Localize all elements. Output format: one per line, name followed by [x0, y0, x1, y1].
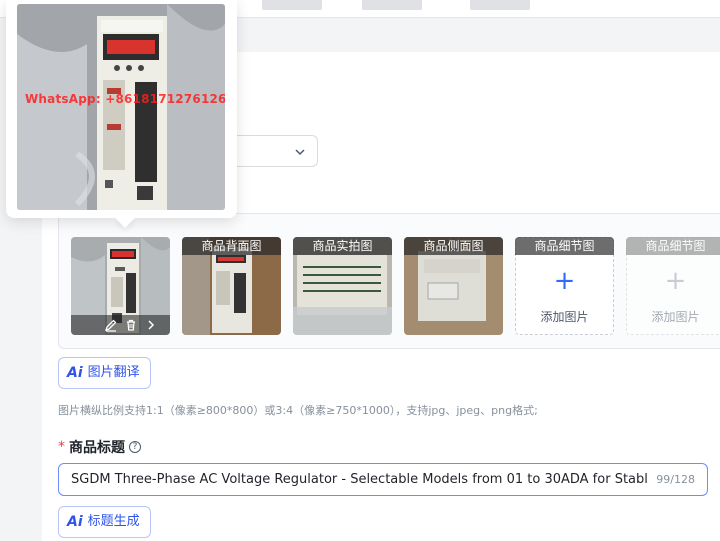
chevron-right-icon[interactable] — [144, 318, 158, 332]
plus-icon: + — [553, 266, 576, 296]
help-icon[interactable]: ? — [129, 441, 141, 453]
nav-tab[interactable] — [262, 0, 322, 10]
product-image-thumb[interactable]: 商品实拍图 — [293, 237, 392, 335]
thumb-action-bar — [71, 315, 170, 335]
add-image-text: 添加图片 — [651, 310, 700, 324]
required-mark: * — [58, 439, 65, 455]
category-select[interactable] — [232, 135, 318, 167]
thumb-label: 商品侧面图 — [404, 237, 503, 255]
thumb-label: 商品实拍图 — [293, 237, 392, 255]
product-title-value[interactable]: SGDM Three-Phase AC Voltage Regulator - … — [71, 472, 648, 487]
ai-icon: Ai — [67, 514, 83, 530]
watermark-text: WhatsApp: +8618171276126 — [25, 92, 225, 106]
add-image-text: 添加图片 — [540, 310, 589, 324]
image-preview-popover: WhatsApp: +8618171276126 — [6, 0, 237, 228]
enlarged-product-photo: WhatsApp: +8618171276126 — [17, 4, 225, 210]
image-format-hint: 图片横纵比例支持1:1（像素≥800*800）或3:4（像素≥750*1000）… — [58, 404, 538, 417]
product-title-input[interactable]: SGDM Three-Phase AC Voltage Regulator - … — [58, 463, 708, 496]
title-generate-label: 标题生成 — [87, 514, 140, 529]
nav-tab[interactable] — [362, 0, 422, 10]
servo-drive-photo — [17, 4, 225, 210]
slot-label: 商品细节图 — [515, 237, 614, 255]
add-detail-image-slot-disabled: 商品细节图 + 添加图片 — [626, 237, 720, 335]
nav-tab[interactable] — [470, 0, 530, 10]
chevron-down-icon — [295, 149, 305, 156]
title-generate-button[interactable]: Ai 标题生成 — [58, 506, 151, 538]
product-image-thumb[interactable] — [71, 237, 170, 335]
ai-icon: Ai — [67, 365, 83, 381]
plus-icon: + — [664, 266, 687, 296]
slot-label: 商品细节图 — [626, 237, 720, 255]
delete-icon[interactable] — [124, 318, 138, 332]
image-translate-button[interactable]: Ai 图片翻译 — [58, 357, 151, 389]
image-translate-label: 图片翻译 — [87, 365, 140, 380]
char-count: 99/128 — [656, 473, 695, 486]
edit-icon[interactable] — [104, 318, 118, 332]
product-image-thumb[interactable]: 商品侧面图 — [404, 237, 503, 335]
thumb-label: 商品背面图 — [182, 237, 281, 255]
product-title-text: 商品标题 — [69, 440, 125, 456]
add-detail-image-slot[interactable]: 商品细节图 + 添加图片 — [515, 237, 614, 335]
product-image-thumb[interactable]: 商品背面图 — [182, 237, 281, 335]
product-title-label: * 商品标题 ? — [58, 437, 141, 457]
